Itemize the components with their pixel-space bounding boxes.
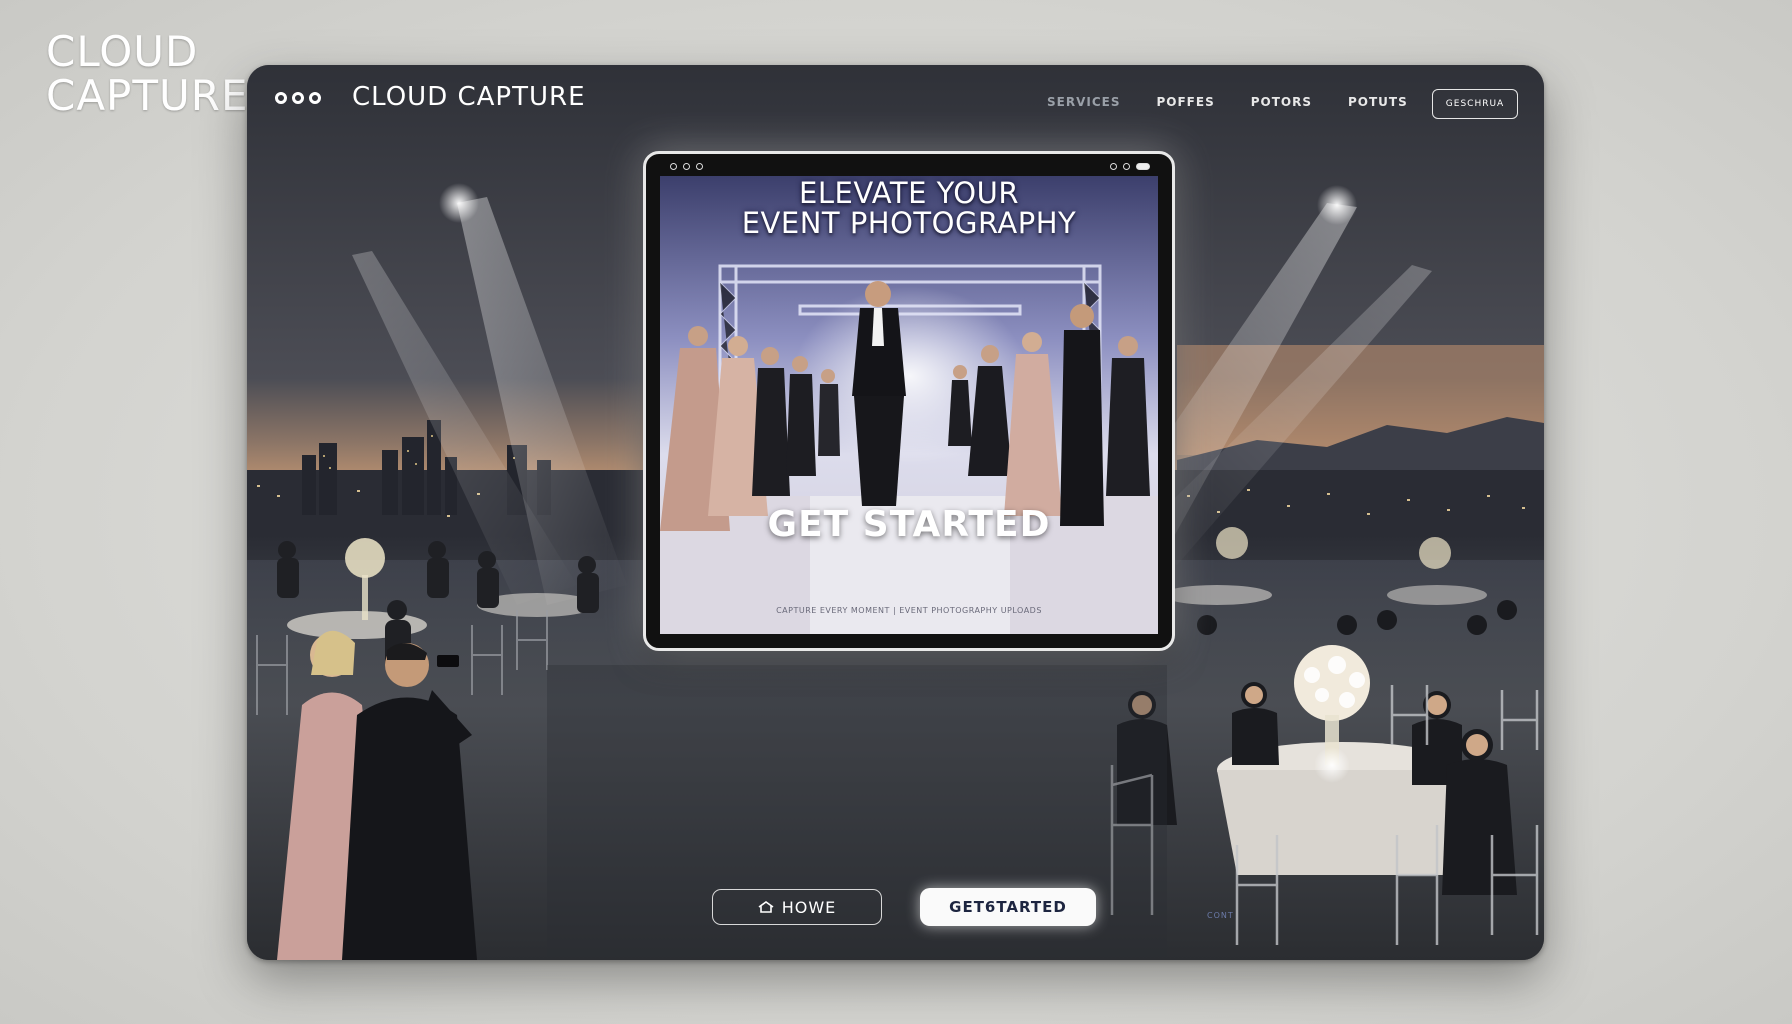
battery-icon xyxy=(1136,163,1150,170)
corner-logo-line2: CAPTURE xyxy=(46,71,249,120)
corner-logo-line1: CLOUD xyxy=(46,27,199,76)
nav-item-services[interactable]: SERVICES xyxy=(1047,95,1120,109)
hero-screen: ELEVATE YOUR EVENT PHOTOGRAPHY GET START… xyxy=(660,176,1158,634)
brand-logo[interactable]: CLOUD CAPTURE xyxy=(352,82,586,112)
corner-logo: CLOUD CAPTURE xyxy=(46,30,249,118)
nav-item-potors[interactable]: POTORS xyxy=(1251,95,1312,109)
nav-item-potuts[interactable]: POTUTS xyxy=(1348,95,1408,109)
dot-icon xyxy=(309,92,321,104)
home-button-label: HOWE xyxy=(781,897,837,917)
dot-icon xyxy=(696,163,703,170)
tablet-device: ELEVATE YOUR EVENT PHOTOGRAPHY GET START… xyxy=(643,151,1175,651)
window-dots xyxy=(275,92,321,104)
hero-headline: ELEVATE YOUR EVENT PHOTOGRAPHY xyxy=(660,178,1158,238)
get-started-button[interactable]: GET6TARTED xyxy=(920,888,1096,926)
status-icon xyxy=(1123,163,1130,170)
hero-fineprint: CAPTURE EVERY MOMENT | EVENT PHOTOGRAPHY… xyxy=(776,606,1042,615)
hero-headline-line1: ELEVATE YOUR xyxy=(799,176,1019,210)
browser-frame: CLOUD CAPTURE SERVICES POFFES POTORS POT… xyxy=(247,65,1544,960)
hero-headline-line2: EVENT PHOTOGRAPHY xyxy=(741,206,1077,240)
dot-icon xyxy=(275,92,287,104)
home-button[interactable]: HOWE xyxy=(712,889,882,925)
tablet-window-dots xyxy=(670,163,703,170)
status-icon xyxy=(1110,163,1117,170)
dot-icon xyxy=(683,163,690,170)
header-cta-button[interactable]: GESCHRUA xyxy=(1432,89,1518,119)
hero-get-started[interactable]: GET STARTED xyxy=(660,504,1158,545)
dot-icon xyxy=(670,163,677,170)
dot-icon xyxy=(292,92,304,104)
hero-photo xyxy=(660,176,1158,634)
contact-label[interactable]: CONT xyxy=(1207,911,1234,920)
tablet-status-icons xyxy=(1110,163,1150,170)
nav-item-poffes[interactable]: POFFES xyxy=(1156,95,1214,109)
site-header: CLOUD CAPTURE SERVICES POFFES POTORS POT… xyxy=(247,65,1544,135)
main-nav: SERVICES POFFES POTORS POTUTS xyxy=(1047,95,1408,109)
home-icon xyxy=(758,901,774,913)
